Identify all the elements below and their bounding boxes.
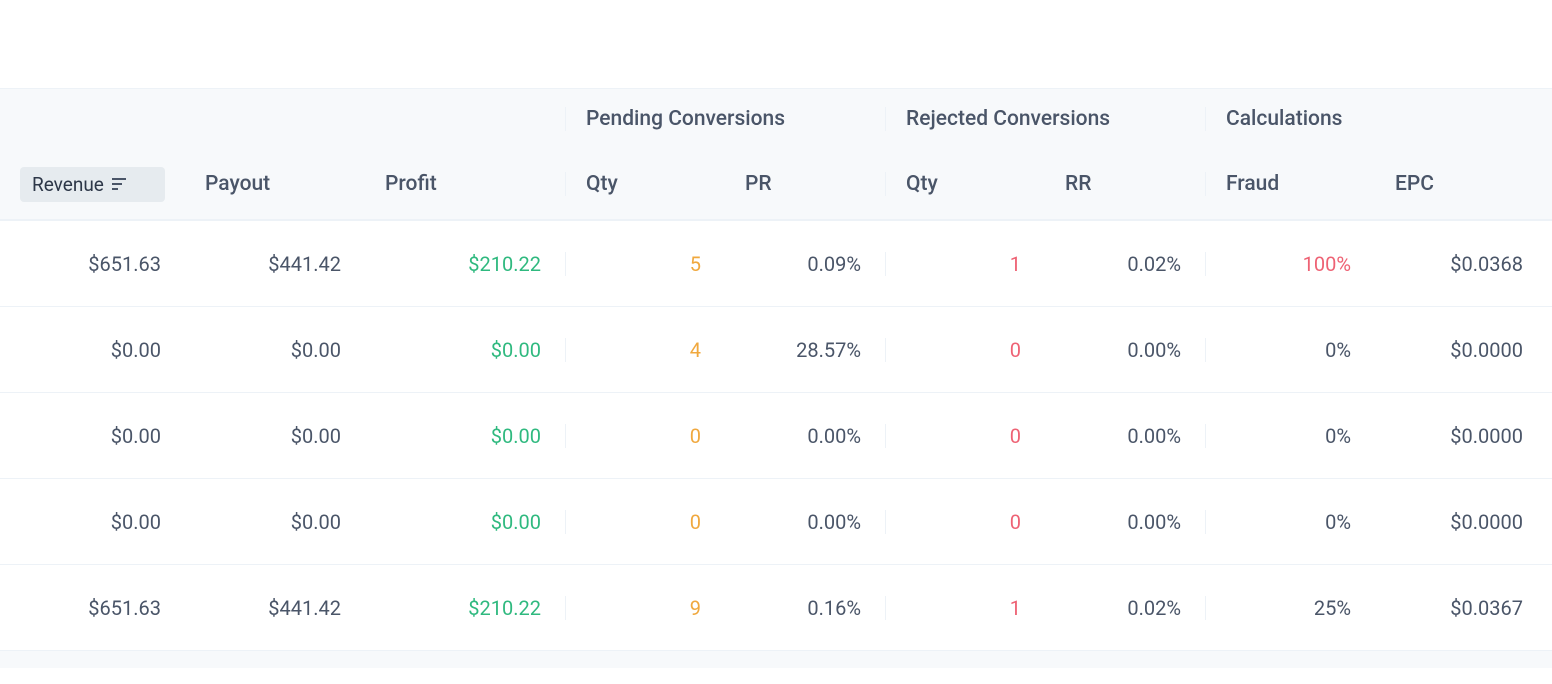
table-row: $651.63$441.42$210.2250.09%10.02%100%$0.… — [0, 220, 1552, 306]
column-header-row: Revenue Payout Profit Qty PR Qty RR Frau… — [0, 149, 1552, 219]
table-cell: 0.00% — [725, 424, 885, 448]
table-cell: $0.00 — [0, 424, 185, 448]
table-cell: 0.02% — [1045, 596, 1205, 620]
table-cell: 0% — [1205, 338, 1375, 362]
table-cell: 4 — [565, 338, 725, 362]
col-revenue-label: Revenue — [32, 173, 104, 196]
table-cell: $0.0368 — [1375, 252, 1547, 276]
table-cell: $651.63 — [0, 596, 185, 620]
table-cell: 25% — [1205, 596, 1375, 620]
table-cell: $210.22 — [365, 252, 565, 276]
table-row: $0.00$0.00$0.0000.00%00.00%0%$0.0000 — [0, 392, 1552, 478]
table-cell: 0.16% — [725, 596, 885, 620]
table-cell: $0.00 — [365, 338, 565, 362]
table-row: $0.00$0.00$0.00428.57%00.00%0%$0.0000 — [0, 306, 1552, 392]
group-rejected: Rejected Conversions — [885, 107, 1205, 131]
sort-desc-icon — [112, 177, 126, 191]
table-footer-bar — [0, 650, 1552, 668]
col-pending-pr[interactable]: PR — [725, 172, 885, 196]
table-cell: 0 — [565, 510, 725, 534]
table-row: $0.00$0.00$0.0000.00%00.00%0%$0.0000 — [0, 478, 1552, 564]
table-cell: 0 — [885, 424, 1045, 448]
table-cell: $441.42 — [185, 252, 365, 276]
col-rejected-rr[interactable]: RR — [1045, 172, 1205, 196]
table-cell: 0.00% — [1045, 510, 1205, 534]
col-epc[interactable]: EPC — [1375, 172, 1547, 196]
table-cell: 0% — [1205, 424, 1375, 448]
col-rejected-qty[interactable]: Qty — [885, 172, 1045, 196]
table-cell: 0 — [565, 424, 725, 448]
table-cell: 100% — [1205, 252, 1375, 276]
table-cell: $651.63 — [0, 252, 185, 276]
table-cell: 5 — [565, 252, 725, 276]
table-cell: 9 — [565, 596, 725, 620]
col-revenue-sort[interactable]: Revenue — [20, 167, 165, 202]
table-cell: $0.0000 — [1375, 338, 1547, 362]
table-cell: $0.00 — [365, 424, 565, 448]
table-cell: $210.22 — [365, 596, 565, 620]
table-body: $651.63$441.42$210.2250.09%10.02%100%$0.… — [0, 220, 1552, 650]
table-cell: 0.00% — [1045, 424, 1205, 448]
table-cell: $0.0367 — [1375, 596, 1547, 620]
col-fraud[interactable]: Fraud — [1205, 172, 1375, 196]
table-cell: 0 — [885, 510, 1045, 534]
table-cell: 1 — [885, 252, 1045, 276]
table-cell: $0.0000 — [1375, 424, 1547, 448]
table-cell: 0.02% — [1045, 252, 1205, 276]
group-calculations: Calculations — [1205, 107, 1547, 131]
table-cell: 0.00% — [725, 510, 885, 534]
table-cell: 28.57% — [725, 338, 885, 362]
table-cell: 1 — [885, 596, 1045, 620]
table-cell: $0.0000 — [1375, 510, 1547, 534]
group-pending: Pending Conversions — [565, 107, 885, 131]
table-cell: $441.42 — [185, 596, 365, 620]
table-cell: 0.09% — [725, 252, 885, 276]
group-header-row: Pending Conversions Rejected Conversions… — [0, 89, 1552, 149]
table-cell: $0.00 — [185, 510, 365, 534]
table-cell: $0.00 — [185, 424, 365, 448]
col-pending-qty[interactable]: Qty — [565, 172, 725, 196]
table-cell: $0.00 — [365, 510, 565, 534]
table-cell: 0% — [1205, 510, 1375, 534]
table-row: $651.63$441.42$210.2290.16%10.02%25%$0.0… — [0, 564, 1552, 650]
table-cell: 0.00% — [1045, 338, 1205, 362]
col-profit[interactable]: Profit — [365, 172, 565, 196]
table-cell: $0.00 — [0, 338, 185, 362]
col-payout[interactable]: Payout — [185, 172, 365, 196]
table-cell: $0.00 — [0, 510, 185, 534]
table-cell: $0.00 — [185, 338, 365, 362]
top-margin — [0, 0, 1552, 88]
report-table: Pending Conversions Rejected Conversions… — [0, 88, 1552, 668]
table-header: Pending Conversions Rejected Conversions… — [0, 88, 1552, 220]
table-cell: 0 — [885, 338, 1045, 362]
